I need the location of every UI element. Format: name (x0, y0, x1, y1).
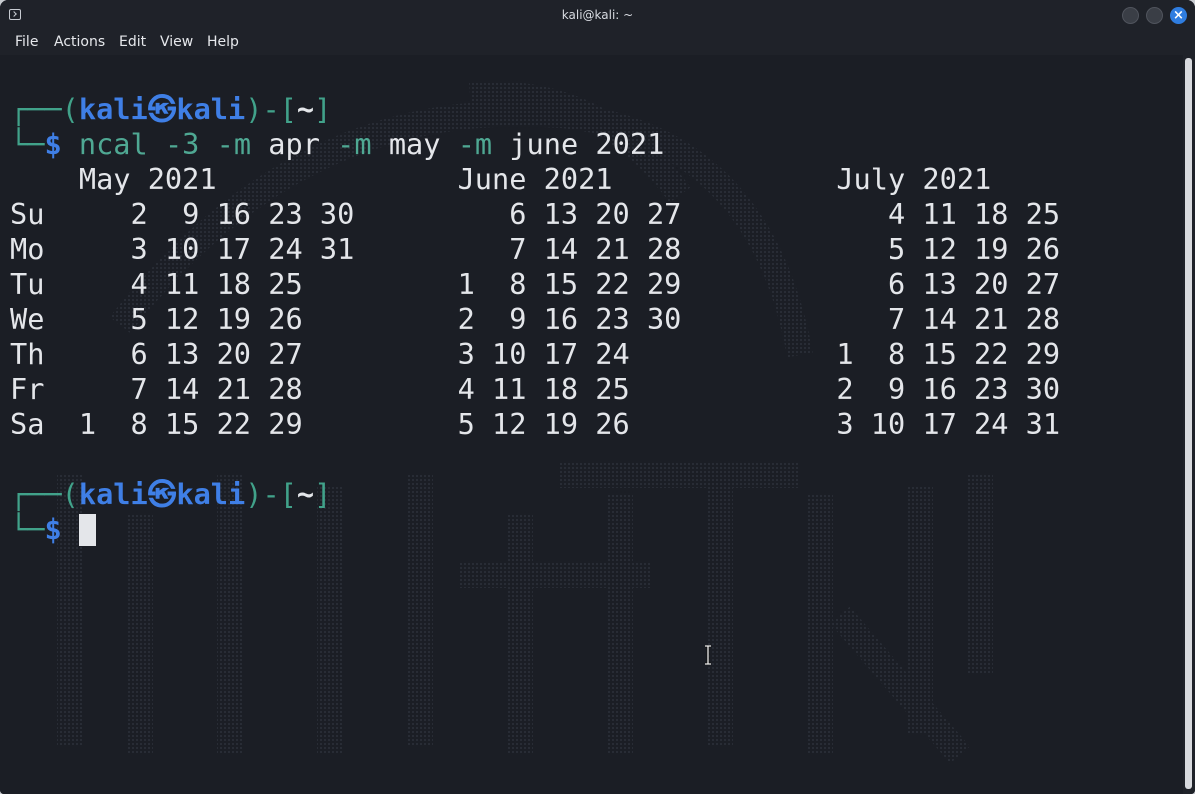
title-bar[interactable]: kali@kali: ~ × (0, 0, 1195, 31)
vertical-scrollbar[interactable] (1183, 55, 1195, 794)
prompt-frame-bottom: └─ (10, 127, 45, 161)
command-line-1: └─$ ncal -3 -m apr -m may -m june 2021 (10, 127, 664, 162)
prompt-frame-mid: )-[ (245, 477, 297, 511)
prompt-line-2: ┌──(kali㉿kali)-[~] (10, 477, 331, 512)
prompt-frame-close: ] (314, 477, 332, 511)
menu-file[interactable]: File (15, 34, 38, 50)
output-line: Tu 4 11 18 25 1 8 15 22 29 6 13 20 27 (10, 267, 1061, 301)
prompt-line-1: ┌──(kali㉿kali)-[~] (10, 92, 331, 127)
terminal-area[interactable]: ┌──(kali㉿kali)-[~] └─$ ncal -3 -m apr -m… (0, 55, 1183, 794)
minimize-button[interactable] (1122, 7, 1139, 24)
output-line: May 2021 June 2021 July 2021 (10, 162, 992, 196)
close-button[interactable]: × (1170, 7, 1187, 24)
output-line: Fr 7 14 21 28 4 11 18 25 2 9 16 23 30 (10, 372, 1061, 406)
text-cursor (78, 514, 96, 546)
output-line: Sa 1 8 15 22 29 5 12 19 26 3 10 17 24 31 (10, 407, 1061, 441)
prompt-dollar: $ (44, 512, 62, 546)
window-title: kali@kali: ~ (561, 8, 634, 22)
menu-edit[interactable]: Edit (119, 34, 146, 50)
ibeam-cursor-icon (705, 645, 711, 665)
prompt-frame-top: ┌──( (10, 477, 79, 511)
menu-view[interactable]: View (160, 34, 193, 50)
command-flag: -3 (164, 127, 200, 161)
menu-help[interactable]: Help (207, 34, 239, 50)
command-name: ncal (78, 127, 148, 161)
output-line: Su 2 9 16 23 30 6 13 20 27 4 11 18 25 (10, 197, 1061, 231)
terminal-window: kali@kali: ~ × File Actions Edit View He… (0, 0, 1195, 794)
maximize-button[interactable] (1146, 7, 1163, 24)
command-flag: -m (337, 127, 372, 161)
prompt-frame-mid: )-[ (245, 92, 297, 126)
prompt-host: kali (176, 92, 246, 126)
command-line-2[interactable]: └─$ (10, 512, 96, 547)
kali-skull-icon: ㉿ (147, 92, 177, 126)
output-line: Mo 3 10 17 24 31 7 14 21 28 5 12 19 26 (10, 232, 1061, 266)
prompt-user: kali (78, 477, 148, 511)
prompt-frame-top: ┌──( (10, 92, 79, 126)
prompt-dir: ~ (296, 477, 315, 511)
prompt-frame-close: ] (314, 92, 332, 126)
command-value: june 2021 (509, 127, 665, 161)
close-icon: × (1173, 8, 1184, 23)
output-line: Th 6 13 20 27 3 10 17 24 1 8 15 22 29 (10, 337, 1061, 371)
kali-skull-icon: ㉿ (147, 477, 177, 511)
output-line: We 5 12 19 26 2 9 16 23 30 7 14 21 28 (10, 302, 1061, 336)
prompt-user: kali (78, 92, 148, 126)
command-value: apr (268, 127, 320, 161)
prompt-host: kali (176, 477, 246, 511)
command-flag: -m (216, 127, 252, 161)
prompt-dir: ~ (296, 92, 315, 126)
prompt-frame-bottom: └─ (10, 512, 45, 546)
scrollbar-thumb[interactable] (1185, 58, 1192, 789)
command-value: may (388, 127, 441, 161)
command-flag: -m (457, 127, 493, 161)
menu-actions[interactable]: Actions (54, 34, 105, 50)
menu-bar: File Actions Edit View Help (0, 31, 1195, 55)
prompt-dollar: $ (44, 127, 62, 161)
